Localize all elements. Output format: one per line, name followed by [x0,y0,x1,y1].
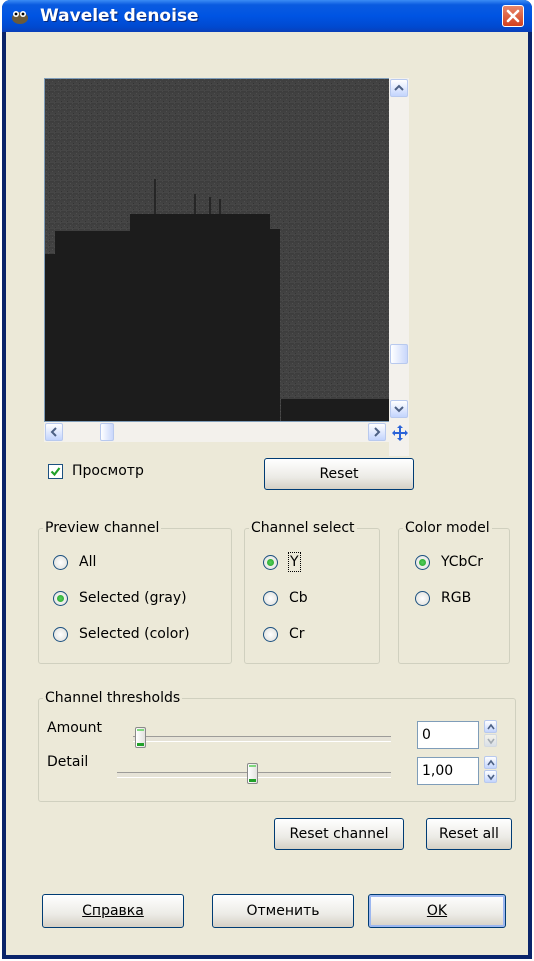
radio-preview-selected-gray[interactable] [53,591,68,606]
amount-slider-track[interactable] [133,736,391,742]
spin-up-icon [487,723,495,730]
radio-channel-cr[interactable] [263,627,278,642]
scroll-right-icon [374,427,381,437]
reset-button[interactable]: Reset [264,458,414,490]
spin-down-icon [487,774,495,781]
preview-horizontal-scrollbar[interactable] [44,422,389,442]
amount-slider-handle[interactable] [135,727,146,748]
color-model-group: Color model YCbCr RGB [398,519,510,664]
scroll-left-icon [50,427,57,437]
title-bar[interactable]: Wavelet denoise [2,0,532,32]
preview-channel-group: Preview channel All Selected (gray) Sele… [38,519,232,664]
scroll-down-button[interactable] [390,400,408,418]
detail-spin-input[interactable]: 1,00 [417,757,479,785]
color-model-legend: Color model [403,519,492,537]
close-button[interactable] [502,5,524,27]
preview-checkbox-label[interactable]: Просмотр [72,463,144,479]
radio-color-ycbcr[interactable] [415,555,430,570]
spin-down-icon [487,738,495,745]
ok-button[interactable]: OK [368,894,506,928]
radio-channel-cb[interactable] [263,591,278,606]
detail-label: Detail [47,754,89,770]
ok-button-label: OK [426,903,448,919]
scroll-left-button[interactable] [45,423,63,441]
horizontal-scroll-thumb[interactable] [100,423,114,441]
close-icon [506,9,520,23]
radio-channel-y[interactable] [263,555,278,570]
preview-checkbox[interactable] [48,464,63,479]
preview-image[interactable] [44,78,390,422]
wavelet-denoise-dialog: Wavelet denoise Просмотр Reset Preview c… [2,0,532,959]
scroll-up-icon [394,84,404,91]
amount-spin-input[interactable]: 0 [417,721,479,749]
dialog-body: Просмотр Reset Preview channel All Selec… [6,32,528,955]
amount-spin-up[interactable] [484,720,497,733]
detail-spin-down[interactable] [484,770,497,783]
reset-all-button[interactable]: Reset all [426,818,512,850]
reset-channel-button[interactable]: Reset channel [274,818,404,850]
detail-spin-up[interactable] [484,756,497,769]
checkmark-icon [50,467,61,477]
radio-preview-all[interactable] [53,555,68,570]
preview-channel-legend: Preview channel [43,519,162,537]
channel-thresholds-group: Channel thresholds Amount 0 Detail 1,00 [38,689,516,802]
preview-photo [45,79,389,421]
channel-thresholds-legend: Channel thresholds [43,689,183,707]
channel-select-legend: Channel select [249,519,357,537]
help-button-label: Справка [82,903,144,919]
spin-up-icon [487,759,495,766]
radio-channel-cb-label[interactable]: Cb [289,589,308,607]
radio-preview-all-label[interactable]: All [79,553,96,571]
radio-channel-cr-label[interactable]: Cr [289,625,305,643]
radio-color-rgb-label[interactable]: RGB [441,589,471,607]
help-button[interactable]: Справка [42,894,184,928]
scroll-up-button[interactable] [390,79,408,97]
radio-preview-selected-color[interactable] [53,627,68,642]
gimp-wilber-icon [12,11,28,24]
navigate-icon[interactable] [390,424,410,444]
scroll-down-icon [394,406,404,413]
channel-select-group: Channel select Y Cb Cr [244,519,380,664]
radio-preview-selected-color-label[interactable]: Selected (color) [79,625,190,643]
radio-channel-y-label[interactable]: Y [288,552,301,572]
preview-vertical-scrollbar[interactable] [389,78,409,456]
window-title: Wavelet denoise [40,6,199,26]
amount-spin-down[interactable] [484,734,497,747]
amount-label: Amount [47,720,103,736]
vertical-scroll-thumb[interactable] [390,344,408,364]
cancel-button[interactable]: Отменить [212,894,354,928]
radio-preview-selected-gray-label[interactable]: Selected (gray) [79,589,187,607]
radio-color-ycbcr-label[interactable]: YCbCr [441,553,483,571]
detail-slider-handle[interactable] [247,763,259,784]
scroll-right-button[interactable] [368,423,386,441]
radio-color-rgb[interactable] [415,591,430,606]
